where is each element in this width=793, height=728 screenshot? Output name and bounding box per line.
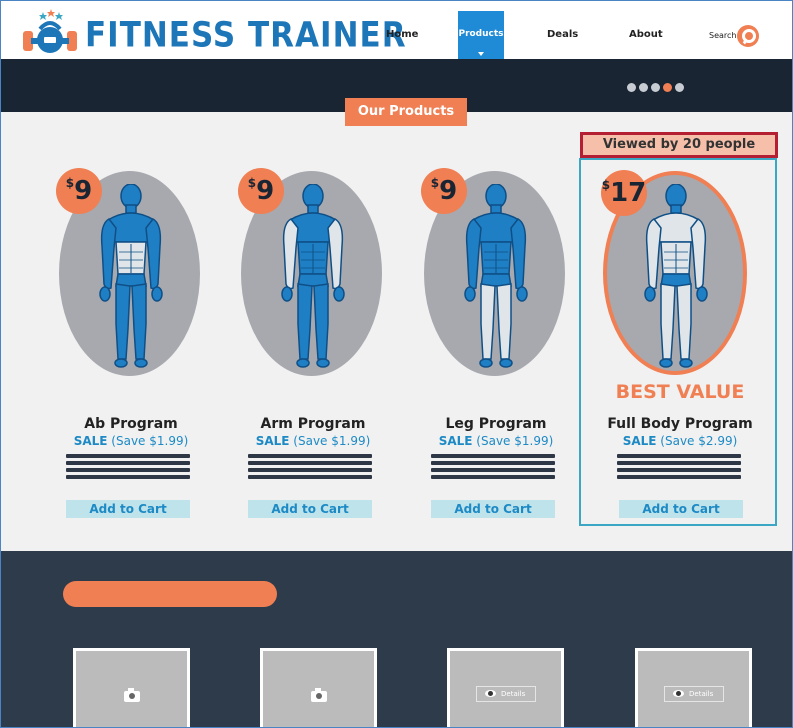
section-heading-placeholder <box>63 581 277 607</box>
thumbnail-card[interactable] <box>260 648 377 727</box>
body-figure-arms-icon <box>281 184 345 368</box>
details-button[interactable]: Details <box>664 686 724 702</box>
add-to-cart-button[interactable]: Add to Cart <box>66 500 190 518</box>
slider-dot-active[interactable] <box>663 83 672 92</box>
bottom-section: Details Details <box>1 551 792 727</box>
camera-icon <box>310 688 327 702</box>
product-card-ab: $9 Ab Program SALE (Save $1.99) Add to C… <box>56 151 236 531</box>
thumbnail-card[interactable] <box>73 648 190 727</box>
product-card-arm: $9 Arm Program SALE (Save $1.99) Add to … <box>238 151 418 531</box>
product-name: Ab Program <box>84 416 178 432</box>
slider-dot[interactable] <box>651 83 660 92</box>
details-label: Details <box>501 690 526 698</box>
body-figure-legs-icon <box>464 184 528 368</box>
nav-products-label: Products <box>458 29 504 39</box>
slider-dot[interactable] <box>639 83 648 92</box>
sale-text: SALE (Save $1.99) <box>438 434 554 448</box>
slider-dots <box>627 83 684 92</box>
sale-text: SALE (Save $1.99) <box>255 434 371 448</box>
add-to-cart-button[interactable]: Add to Cart <box>431 500 555 518</box>
description-placeholder <box>617 454 741 482</box>
details-button[interactable]: Details <box>476 686 536 702</box>
nav-about[interactable]: About <box>629 29 663 40</box>
thumbnail-card[interactable]: Details <box>447 648 564 727</box>
brand-title[interactable]: FITNESS TRAINER <box>85 15 407 55</box>
sale-text: SALE (Save $1.99) <box>73 434 189 448</box>
section-title: Our Products <box>345 98 467 126</box>
details-label: Details <box>689 690 714 698</box>
eye-icon <box>485 690 496 697</box>
add-to-cart-button[interactable]: Add to Cart <box>248 500 372 518</box>
best-value-label: BEST VALUE <box>615 381 745 403</box>
product-name: Arm Program <box>260 416 366 432</box>
nav-deals[interactable]: Deals <box>547 29 578 40</box>
product-card-leg: $9 Leg Program SALE (Save $1.99) Add to … <box>421 151 601 531</box>
nav-search-label[interactable]: Search <box>709 31 736 40</box>
eye-icon <box>673 690 684 697</box>
body-figure-abs-icon <box>99 184 163 368</box>
site-header: FITNESS TRAINER Home Products Deals Abou… <box>1 1 792 71</box>
sale-text: SALE (Save $2.99) <box>622 434 738 448</box>
description-placeholder <box>66 454 190 482</box>
nav-home[interactable]: Home <box>386 29 418 40</box>
description-placeholder <box>248 454 372 482</box>
description-placeholder <box>431 454 555 482</box>
thumbnail-card[interactable]: Details <box>635 648 752 727</box>
slider-dot[interactable] <box>627 83 636 92</box>
camera-icon <box>123 688 140 702</box>
product-name: Full Body Program <box>607 416 753 432</box>
nav-active-indicator <box>478 52 484 56</box>
slider-dot[interactable] <box>675 83 684 92</box>
product-card-full-body: $17 BEST VALUE Full Body Program SALE (S… <box>599 151 777 531</box>
search-icon[interactable] <box>737 25 759 47</box>
product-name: Leg Program <box>445 416 547 432</box>
kettlebell-logo-icon[interactable] <box>21 9 79 57</box>
body-figure-full-icon <box>644 184 708 368</box>
page-frame: FITNESS TRAINER Home Products Deals Abou… <box>0 0 793 728</box>
add-to-cart-button[interactable]: Add to Cart <box>619 500 743 518</box>
